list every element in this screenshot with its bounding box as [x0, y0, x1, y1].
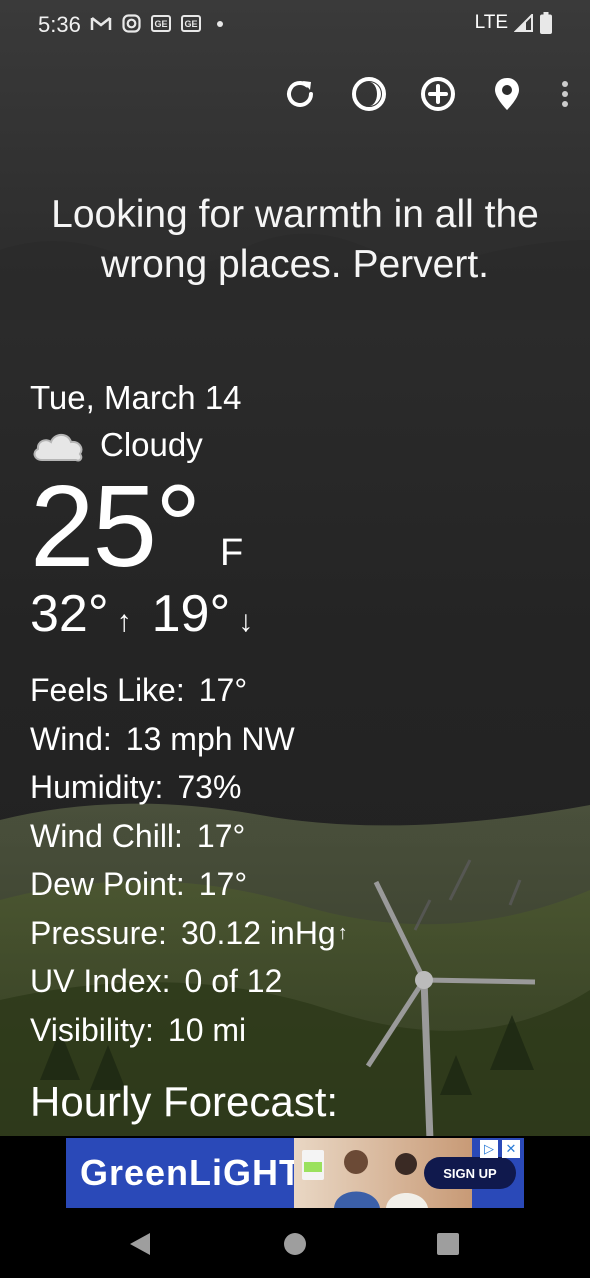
pressure-rising-icon: ↑	[337, 921, 348, 944]
navigation-bar	[0, 1212, 590, 1278]
detail-pressure: Pressure: 30.12 inHg ↑	[30, 909, 550, 958]
low-temp: 19°	[151, 585, 231, 643]
status-time: 5:36	[38, 12, 81, 37]
home-icon[interactable]	[283, 1231, 307, 1257]
detail-visibility: Visibility: 10 mi	[30, 1011, 247, 1048]
current-temperature: 25°	[30, 461, 201, 591]
arrow-down-icon: ↓	[238, 605, 254, 638]
more-options-icon	[562, 81, 568, 107]
current-conditions: Tue, March 14 Cloudy 25° F 32° ↑ 19° ↓ F…	[30, 376, 550, 1054]
ad-banner[interactable]: GreenLiGHT SIGN UP ▷ ✕	[66, 1138, 524, 1208]
detail-dew-point: Dew Point: 17°	[30, 866, 248, 902]
back-icon[interactable]	[128, 1231, 152, 1257]
detail-uv-index: UV Index: 0 of 12	[30, 963, 283, 999]
ad-signup-button[interactable]: SIGN UP	[424, 1157, 516, 1189]
gmail-icon	[90, 15, 112, 32]
location-pin-icon	[495, 78, 519, 110]
more-notifications-icon	[217, 20, 223, 27]
action-bar	[282, 72, 572, 116]
high-temp: 32°	[30, 585, 109, 643]
recents-icon[interactable]	[436, 1231, 460, 1257]
refresh-icon	[287, 81, 313, 107]
instagram-icon	[122, 14, 141, 33]
notification-icons: GE GE	[90, 14, 223, 33]
theme-icon	[352, 77, 386, 111]
hourly-forecast-heading: Hourly Forecast:	[30, 1078, 339, 1125]
ad-brand: GreenLiGHT	[80, 1152, 303, 1193]
signal-icon	[514, 14, 533, 32]
status-right: LTE	[475, 12, 552, 34]
add-location-button[interactable]	[420, 72, 456, 116]
refresh-button[interactable]	[282, 72, 318, 116]
detail-feels-like: Feels Like: 17°	[30, 672, 248, 708]
detail-wind-chill: Wind Chill: 17°	[30, 817, 246, 854]
ad-close-icon[interactable]: ✕	[502, 1140, 520, 1158]
detail-wind: Wind: 13 mph NW	[30, 720, 295, 757]
more-options-button[interactable]	[558, 72, 572, 116]
cloud-icon	[33, 433, 83, 462]
forecast-date: Tue, March 14	[30, 379, 242, 416]
theme-button[interactable]	[351, 72, 387, 116]
add-location-icon	[421, 77, 455, 111]
location-button[interactable]	[489, 72, 525, 116]
temperature-unit: F	[220, 532, 244, 574]
network-label: LTE	[474, 12, 508, 33]
news-icon: GE	[181, 15, 201, 32]
battery-icon	[540, 12, 552, 34]
high-low-temps: 32° ↑ 19° ↓	[30, 584, 550, 652]
weather-details: Feels Like: 17° Wind: 13 mph NW Humidity: 7…	[30, 666, 550, 1054]
detail-humidity: Humidity: 73%	[30, 769, 242, 805]
status-bar: 5:36 GE GE LTE	[0, 0, 590, 52]
snarky-headline: Looking for warmth in all the wrong plac…	[51, 193, 539, 286]
arrow-up-icon: ↑	[116, 605, 132, 638]
news-icon: GE	[151, 15, 171, 32]
ad-choices-icon[interactable]: ▷	[480, 1140, 498, 1158]
temperature-row: 25° F	[30, 468, 550, 584]
condition-label: Cloudy	[100, 426, 203, 463]
